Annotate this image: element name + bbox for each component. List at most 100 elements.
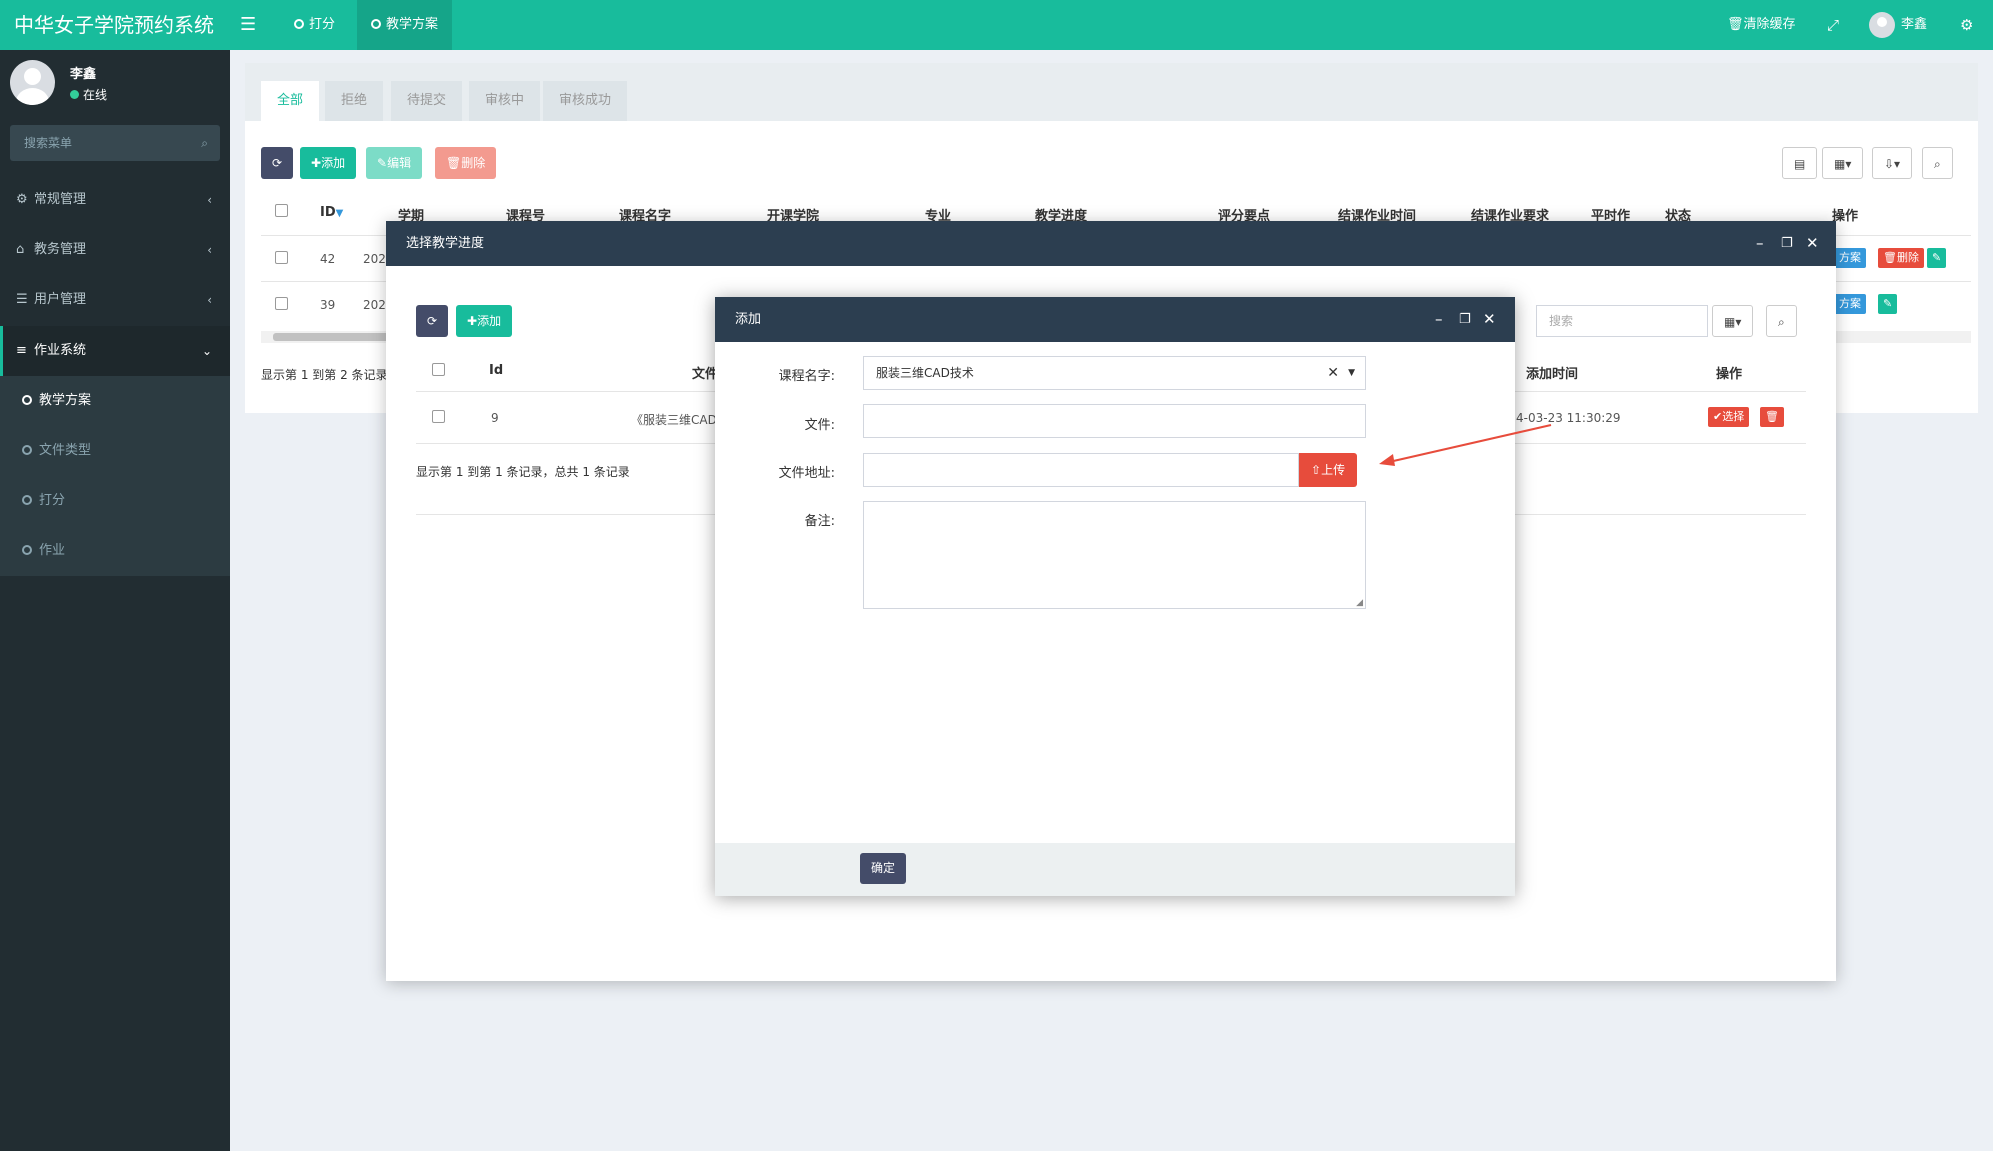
status-tabs: 全部 拒绝 待提交 审核中 审核成功: [245, 63, 1978, 121]
add-button[interactable]: ✚添加: [300, 147, 357, 179]
column-header-id[interactable]: Id: [489, 363, 503, 378]
top-tab-teaching-plan[interactable]: 教学方案: [357, 0, 453, 50]
row-checkbox[interactable]: [275, 297, 288, 310]
upload-button[interactable]: ⇧上传: [1299, 453, 1358, 487]
chevron-down-icon: ⌄: [201, 344, 212, 358]
fullscreen-icon[interactable]: ⤢: [1827, 0, 1839, 50]
row-delete-button[interactable]: 🗑删除: [1878, 248, 1924, 268]
circle-icon: [22, 495, 32, 505]
row-edit-icon[interactable]: ✎: [1927, 248, 1947, 268]
sidebar-subitem-file-type[interactable]: 文件类型: [0, 426, 230, 476]
top-tab-scoring[interactable]: 打分: [280, 0, 349, 50]
circle-icon: [371, 19, 381, 29]
caret-down-icon: ▼: [1348, 368, 1355, 378]
menu-toggle-icon[interactable]: ☰: [240, 0, 256, 50]
columns-dropdown-icon[interactable]: ▦▾: [1822, 147, 1864, 179]
cogs-icon: ⚙: [16, 192, 28, 207]
refresh-icon: ⟳: [427, 314, 438, 328]
cell-term: 202: [363, 252, 386, 266]
sidebar-subitem-homework[interactable]: 作业: [0, 526, 230, 576]
refresh-button[interactable]: ⟳: [261, 147, 294, 179]
online-status: 在线: [70, 86, 107, 103]
export-dropdown-icon[interactable]: ⇩▾: [1872, 147, 1913, 179]
sidebar-item-general[interactable]: ⚙ 常规管理 ‹: [0, 176, 230, 224]
course-name-label: 课程名字:: [778, 369, 835, 384]
sort-desc-icon: ▼: [335, 208, 344, 219]
avatar: [10, 60, 55, 105]
database-icon: ≡: [16, 343, 27, 358]
tab-reviewing[interactable]: 审核中: [469, 81, 541, 121]
delete-button[interactable]: 🗑删除: [435, 147, 497, 179]
chevron-left-icon: ‹: [207, 293, 212, 307]
edit-button[interactable]: ✎编辑: [366, 147, 423, 179]
column-header-actions: 操作: [1716, 367, 1743, 382]
sidebar: 李鑫 在线 搜索菜单 ⌕ ⚙ 常规管理 ‹ ⌂ 教务管理 ‹ ☰ 用户管理 ‹ ≡ 作业系统 ⌄…: [0, 50, 230, 1151]
confirm-button[interactable]: 确定: [860, 853, 907, 884]
resize-handle-icon[interactable]: ◢: [1356, 598, 1363, 608]
search-icon[interactable]: ⌕: [1766, 305, 1797, 337]
dialog-title: 添加: [715, 297, 1515, 342]
sidebar-item-homework[interactable]: ≡ 作业系统 ⌄: [0, 326, 230, 376]
status-dot-icon: [70, 90, 79, 99]
minimize-icon[interactable]: –: [1435, 297, 1443, 342]
file-address-input[interactable]: [863, 453, 1299, 487]
minimize-icon[interactable]: –: [1756, 221, 1764, 266]
tab-rejected[interactable]: 拒绝: [325, 81, 384, 121]
brand-logo[interactable]: 中华女子学院预约系统: [0, 0, 230, 50]
search-icon[interactable]: ⌕: [1922, 147, 1953, 179]
pagination-info: 显示第 1 到第 2 条记录: [261, 368, 388, 382]
row-checkbox[interactable]: [275, 251, 288, 264]
top-navbar: 中华女子学院预约系统 ☰ 打分 教学方案 🗑清除缓存 ⤢ 李鑫 ⚙: [0, 0, 1993, 50]
maximize-icon[interactable]: ❐: [1459, 297, 1471, 342]
cell-term: 202: [363, 298, 386, 312]
upload-icon: ⇧: [1311, 463, 1322, 477]
column-header-id[interactable]: ID▼: [320, 205, 343, 220]
sidebar-item-academic[interactable]: ⌂ 教务管理 ‹: [0, 226, 230, 274]
sidebar-subitem-scoring[interactable]: 打分: [0, 476, 230, 526]
tab-approved[interactable]: 审核成功: [543, 81, 628, 121]
select-all-checkbox[interactable]: [432, 363, 445, 376]
file-label: 文件:: [804, 418, 835, 433]
clear-cache-button[interactable]: 🗑清除缓存: [1727, 0, 1796, 50]
avatar: [1869, 11, 1895, 38]
gears-icon[interactable]: ⚙: [1960, 0, 1973, 50]
cell-id: 39: [320, 298, 336, 312]
cell-file: 《服装三维CAD: [631, 413, 717, 427]
bank-icon: ⌂: [16, 242, 25, 257]
row-edit-icon[interactable]: ✎: [1878, 294, 1898, 314]
search-input[interactable]: 搜索: [1536, 305, 1708, 337]
add-dialog: 添加 – ❐ ✕ 课程名字: 服装三维CAD技术 ✕ ▼ 文件: 文件地址: ⇧…: [715, 297, 1515, 896]
tab-pending-submit[interactable]: 待提交: [391, 81, 463, 121]
refresh-button[interactable]: ⟳: [416, 305, 449, 337]
circle-icon: [22, 395, 32, 405]
row-delete-icon[interactable]: 🗑: [1760, 407, 1784, 427]
clear-icon[interactable]: ✕: [1327, 357, 1339, 389]
plan-button[interactable]: 方案: [1834, 294, 1866, 314]
row-checkbox[interactable]: [432, 410, 445, 423]
close-icon[interactable]: ✕: [1806, 221, 1819, 266]
plan-button[interactable]: 方案: [1834, 248, 1866, 268]
column-header-added-time[interactable]: 添加时间: [1526, 363, 1578, 382]
sidebar-search-input[interactable]: 搜索菜单 ⌕: [10, 125, 220, 161]
add-button[interactable]: ✚添加: [456, 305, 513, 337]
user-name: 李鑫: [70, 67, 97, 82]
course-name-select[interactable]: 服装三维CAD技术 ✕ ▼: [863, 356, 1366, 390]
close-icon[interactable]: ✕: [1483, 297, 1496, 342]
circle-icon: [294, 19, 304, 29]
select-button[interactable]: ✔选择: [1708, 407, 1750, 427]
tab-all[interactable]: 全部: [261, 81, 320, 121]
remark-label: 备注:: [804, 514, 835, 529]
maximize-icon[interactable]: ❐: [1781, 221, 1793, 266]
remark-textarea[interactable]: ◢: [863, 501, 1366, 609]
chevron-left-icon: ‹: [207, 243, 212, 257]
user-menu[interactable]: 李鑫: [1869, 0, 1927, 50]
search-icon[interactable]: ⌕: [201, 125, 208, 161]
file-input[interactable]: [863, 404, 1366, 438]
dialog-footer: 确定: [715, 843, 1515, 896]
sidebar-item-users[interactable]: ☰ 用户管理 ‹: [0, 276, 230, 324]
columns-dropdown-icon[interactable]: ▦▾: [1712, 305, 1754, 337]
file-address-label: 文件地址:: [778, 466, 835, 481]
sidebar-subitem-teaching-plan[interactable]: 教学方案: [0, 376, 230, 426]
toggle-view-icon[interactable]: ▤: [1782, 147, 1818, 179]
select-all-checkbox[interactable]: [275, 204, 288, 217]
